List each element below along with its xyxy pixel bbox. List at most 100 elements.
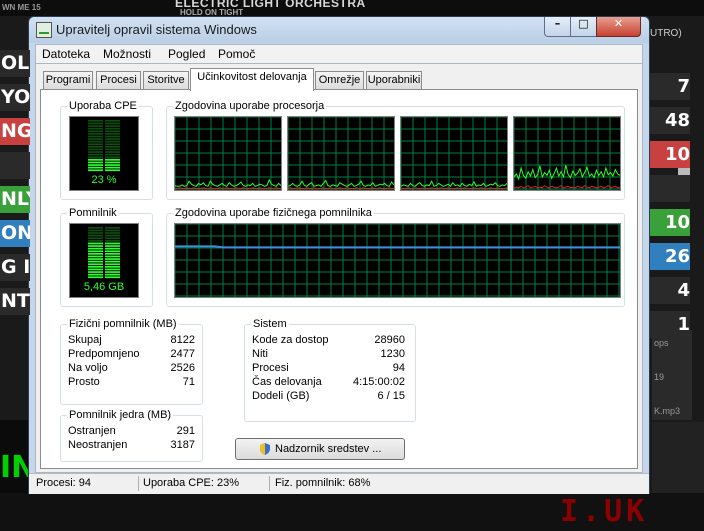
- info-value: 8122: [170, 334, 195, 346]
- cpu-meter-segment: [105, 122, 120, 125]
- cpu-history-chart-core-2: [288, 117, 394, 190]
- info-row: Na voljo 2526: [68, 361, 195, 375]
- memory-meter-segment: [105, 237, 120, 240]
- background-row-left[interactable]: ON: [0, 220, 30, 247]
- cpu-history-chart-core-3: [401, 117, 507, 190]
- window-title: Upravitelj opravil sistema Windows: [56, 22, 257, 37]
- cpu-meter-segment: [105, 133, 120, 135]
- cpu-meter-segment: [88, 153, 103, 156]
- status-cpu: Uporaba CPE: 23%: [143, 477, 239, 489]
- cpu-meter-segment: [88, 133, 103, 135]
- info-key: Na voljo: [68, 362, 108, 374]
- background-row-left[interactable]: [0, 152, 30, 179]
- cpu-meter-segment: [88, 151, 103, 153]
- menu-bar: Datoteka Možnosti Pogled Pomoč: [35, 44, 643, 64]
- memory-meter-segment: [105, 245, 120, 247]
- cpu-meter-segment: [105, 120, 120, 122]
- background-row-right[interactable]: 10: [650, 141, 690, 168]
- kernel-memory-label: Pomnilnik jedra (MB): [67, 409, 174, 421]
- title-bar[interactable]: Upravitelj opravil sistema Windows – □ ✕: [29, 17, 649, 43]
- memory-meter-segment: [88, 271, 103, 273]
- memory-meter-segment: [105, 247, 120, 250]
- cpu-meter-segment: [88, 156, 103, 159]
- memory-meter-segment: [88, 276, 103, 279]
- background-row-right[interactable]: 7: [650, 73, 690, 100]
- background-small-label: WN ME 15: [2, 3, 41, 12]
- tab-uporabniki[interactable]: Uporabniki: [366, 71, 422, 89]
- info-row: Prosto 71: [68, 375, 195, 389]
- memory-meter: 5,46 GB: [69, 223, 139, 298]
- info-key: Niti: [252, 348, 268, 360]
- background-row-left[interactable]: NLY: [0, 186, 30, 213]
- background-row-right[interactable]: 26: [650, 243, 690, 270]
- status-separator: [269, 476, 270, 491]
- maximize-icon: □: [578, 17, 589, 30]
- info-value: 71: [182, 376, 195, 388]
- status-memory: Fiz. pomnilnik: 68%: [275, 477, 371, 489]
- background-row-left[interactable]: OLL: [0, 50, 30, 77]
- menu-datoteka[interactable]: Datoteka: [42, 47, 90, 61]
- maximize-button[interactable]: □: [570, 17, 597, 37]
- background-info-line: ops: [654, 338, 669, 348]
- physical-memory-label: Fizični pomnilnik (MB): [67, 318, 179, 330]
- resource-monitor-label: Nadzornik sredstev ...: [275, 443, 382, 455]
- tab-omrezje[interactable]: Omrežje: [315, 71, 364, 89]
- memory-meter-segment: [88, 245, 103, 247]
- cpu-meter-segment: [88, 135, 103, 138]
- info-key: Predpomnjeno: [68, 348, 140, 360]
- memory-meter-segment: [105, 258, 120, 260]
- background-row-right[interactable]: 1: [650, 311, 690, 338]
- background-row-right[interactable]: 48: [650, 107, 690, 134]
- background-row-right[interactable]: 4: [650, 277, 690, 304]
- info-row: Niti 1230: [252, 347, 405, 361]
- info-key: Dodeli (GB): [252, 390, 310, 402]
- cpu-meter-segment: [88, 140, 103, 143]
- tab-procesi[interactable]: Procesi: [96, 71, 141, 89]
- memory-meter-segment: [105, 255, 120, 258]
- background-row-right[interactable]: [650, 175, 690, 202]
- cpu-meter-segment: [105, 164, 120, 166]
- cpu-meter-segment: [105, 148, 120, 151]
- info-row: Dodeli (GB) 6 / 15: [252, 389, 405, 403]
- cpu-usage-meter: 23 %: [69, 116, 139, 191]
- tab-programi[interactable]: Programi: [43, 71, 93, 89]
- minimize-button[interactable]: –: [544, 17, 571, 37]
- cpu-history-graph-core-1: [174, 116, 282, 191]
- menu-pomoc[interactable]: Pomoč: [218, 47, 255, 61]
- menu-pogled[interactable]: Pogled: [168, 47, 205, 61]
- status-processes: Procesi: 94: [36, 477, 92, 489]
- memory-label: Pomnilnik: [67, 207, 119, 219]
- background-panel: [652, 422, 704, 502]
- info-row: Čas delovanja 4:15:00:02: [252, 375, 405, 389]
- memory-meter-segment: [88, 240, 103, 242]
- background-row-left[interactable]: YO: [0, 84, 30, 111]
- kernel-time-line: [175, 187, 281, 189]
- memory-usage-line: [175, 245, 620, 249]
- memory-meter-segment: [88, 273, 103, 276]
- memory-bars: [88, 227, 120, 279]
- background-row-left[interactable]: NT: [0, 288, 30, 315]
- tab-ucinkovitost-delovanja[interactable]: Učinkovitost delovanja: [190, 68, 314, 91]
- cpu-usage-line: [175, 178, 281, 187]
- memory-history-group: Zgodovina uporabe fizičnega pomnilnika: [166, 207, 625, 307]
- info-value: 94: [392, 362, 405, 374]
- background-row-left[interactable]: G I: [0, 254, 30, 281]
- resource-monitor-button[interactable]: Nadzornik sredstev ...: [235, 438, 405, 460]
- kernel-time-line: [514, 184, 620, 189]
- background-row-left[interactable]: NG: [0, 118, 30, 145]
- close-icon: ✕: [613, 17, 624, 30]
- background-red-display: I.UK: [560, 494, 649, 529]
- memory-meter-segment: [105, 240, 120, 242]
- memory-meter-segment: [88, 250, 103, 253]
- cpu-meter-segment: [88, 148, 103, 151]
- close-button[interactable]: ✕: [596, 17, 641, 37]
- menu-moznosti[interactable]: Možnosti: [103, 47, 151, 61]
- tab-storitve[interactable]: Storitve: [143, 71, 189, 89]
- cpu-history-label: Zgodovina uporabe procesorja: [173, 100, 327, 112]
- info-key: Neostranjen: [68, 439, 128, 451]
- background-row-right[interactable]: 10: [650, 209, 690, 236]
- info-value: 4:15:00:02: [353, 376, 405, 388]
- memory-meter-segment: [88, 253, 103, 255]
- cpu-usage-line: [288, 179, 394, 187]
- info-value: 3187: [170, 439, 195, 451]
